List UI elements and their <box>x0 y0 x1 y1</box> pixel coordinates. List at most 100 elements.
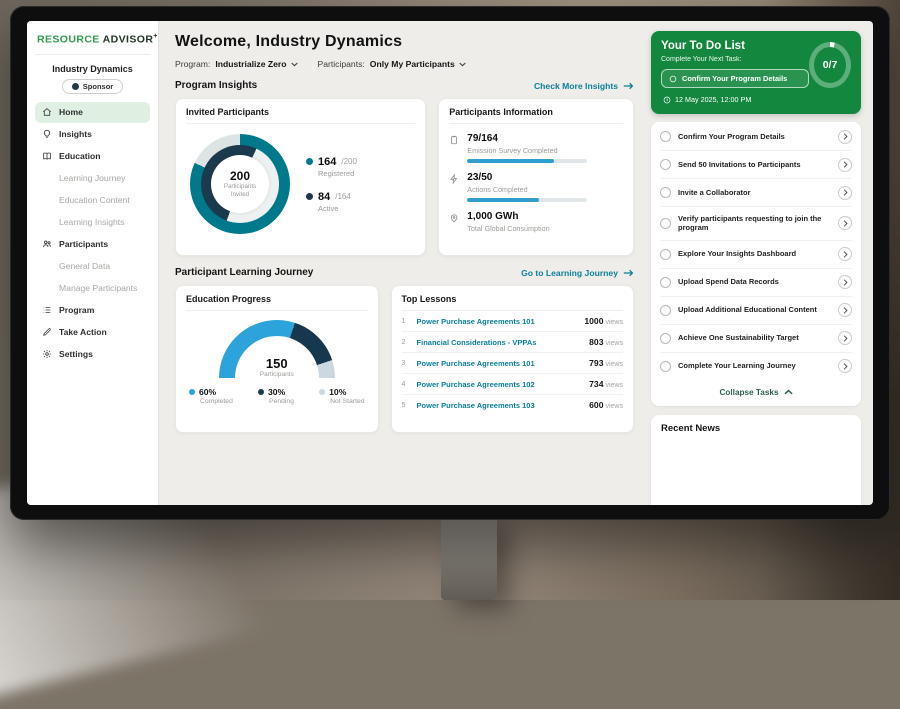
invited-participants-card: Invited Participants 200 Participants In… <box>175 98 426 256</box>
task-chevron-button[interactable] <box>838 130 852 144</box>
lesson-row: 2 Financial Considerations - VPPAs 803vi… <box>402 332 623 353</box>
lesson-row: 5 Power Purchase Agreements 103 600views <box>402 395 623 415</box>
sidebar-item-education[interactable]: Education <box>35 146 150 167</box>
task-checkbox[interactable] <box>660 218 671 229</box>
invited-donut-chart: 200 Participants Invited <box>190 134 290 234</box>
task-chevron-button[interactable] <box>838 275 852 289</box>
task-label: Verify participants requesting to join t… <box>678 214 831 234</box>
lesson-link[interactable]: Financial Considerations - VPPAs <box>417 338 583 347</box>
sidebar-item-education-content[interactable]: Education Content <box>35 190 150 211</box>
sponsor-badge[interactable]: Sponsor <box>62 79 123 94</box>
task-chevron-button[interactable] <box>838 216 852 230</box>
task-checkbox[interactable] <box>660 187 671 198</box>
circle-status-icon <box>669 75 677 83</box>
stat-label: Emission Survey Completed <box>467 146 587 155</box>
lesson-rank: 4 <box>402 381 410 388</box>
sidebar-item-program[interactable]: Program <box>35 300 150 321</box>
go-to-learning-journey-link[interactable]: Go to Learning Journey <box>521 268 634 278</box>
program-filter: Program: Industrialize Zero <box>175 59 298 69</box>
stat-value: 23/50 <box>467 172 587 183</box>
program-dropdown[interactable]: Industrialize Zero <box>215 59 297 69</box>
legend-item-not-started: 10% Not Started <box>319 387 364 405</box>
task-chevron-button[interactable] <box>838 186 852 200</box>
lesson-views: 600views <box>589 400 623 410</box>
stat-label: Total Global Consumption <box>467 224 549 233</box>
sidebar-item-home[interactable]: Home <box>35 102 150 123</box>
sidebar-item-label: Insights <box>59 129 92 139</box>
task-chevron-button[interactable] <box>838 158 852 172</box>
app-logo[interactable]: RESOURCE ADVISOR+ <box>35 31 150 55</box>
task-row: Invite a Collaborator <box>660 179 852 207</box>
task-chevron-button[interactable] <box>838 247 852 261</box>
lesson-link[interactable]: Power Purchase Agreements 103 <box>417 401 583 410</box>
program-filter-label: Program: <box>175 59 210 69</box>
sidebar-item-learning-insights[interactable]: Learning Insights <box>35 212 150 233</box>
clock-icon <box>663 96 671 104</box>
sidebar-nav: Home Insights Education Learning Journey… <box>35 101 150 366</box>
book-icon <box>42 151 52 161</box>
chevron-right-icon <box>843 220 848 227</box>
arrow-right-icon <box>623 269 634 277</box>
donut-center-value: 200 <box>230 169 250 183</box>
lesson-link[interactable]: Power Purchase Agreements 101 <box>417 359 583 368</box>
legend-dot-navy <box>306 193 313 200</box>
participants-filter-label: Participants: <box>318 59 365 69</box>
task-list-card: Confirm Your Program Details Send 50 Inv… <box>651 122 861 406</box>
legend-dot-teal <box>306 158 313 165</box>
task-row: Upload Additional Educational Content <box>660 297 852 325</box>
collapse-tasks-link[interactable]: Collapse Tasks <box>660 380 852 403</box>
task-chevron-button[interactable] <box>838 331 852 345</box>
sidebar-item-settings[interactable]: Settings <box>35 344 150 365</box>
task-row: Upload Spend Data Records <box>660 269 852 297</box>
participants-information-card: Participants Information 79/164 Emission… <box>438 98 634 256</box>
participants-dropdown[interactable]: Only My Participants <box>370 59 466 69</box>
sidebar-item-take-action[interactable]: Take Action <box>35 322 150 343</box>
legend-total: /200 <box>341 157 357 166</box>
task-checkbox[interactable] <box>660 131 671 142</box>
task-checkbox[interactable] <box>660 249 671 260</box>
sidebar-item-participants[interactable]: Participants <box>35 234 150 255</box>
task-label: Upload Spend Data Records <box>678 277 831 287</box>
chevron-right-icon <box>843 189 848 196</box>
survey-progress-bar <box>467 159 587 163</box>
task-checkbox[interactable] <box>660 361 671 372</box>
task-checkbox[interactable] <box>660 277 671 288</box>
stat-label: Actions Completed <box>467 185 587 194</box>
chevron-right-icon <box>843 133 848 140</box>
sidebar-item-general-data[interactable]: General Data <box>35 256 150 277</box>
legend-label: Pending <box>269 398 294 405</box>
task-row: Achieve One Sustainability Target <box>660 325 852 353</box>
lesson-views: 734views <box>589 379 623 389</box>
lesson-row: 4 Power Purchase Agreements 102 734views <box>402 374 623 395</box>
lesson-views: 803views <box>589 337 623 347</box>
sidebar-item-label: Learning Insights <box>59 217 124 227</box>
task-checkbox[interactable] <box>660 333 671 344</box>
task-label: Achieve One Sustainability Target <box>678 333 831 343</box>
sidebar-item-insights[interactable]: Insights <box>35 124 150 145</box>
gauge-legend: 60% Completed 30% Pending 10% Not Starte… <box>186 387 368 405</box>
gauge-center-value: 150 <box>219 356 335 371</box>
chevron-right-icon <box>843 251 848 258</box>
task-checkbox[interactable] <box>660 305 671 316</box>
check-more-insights-link[interactable]: Check More Insights <box>534 81 634 91</box>
lesson-rank: 5 <box>402 402 410 409</box>
logo-advisor: ADVISOR <box>103 34 154 46</box>
home-icon <box>42 107 52 117</box>
chevron-right-icon <box>843 279 848 286</box>
logo-plus: + <box>153 33 158 40</box>
sidebar-item-manage-participants[interactable]: Manage Participants <box>35 278 150 299</box>
section-title: Program Insights <box>175 80 257 91</box>
sidebar: RESOURCE ADVISOR+ Industry Dynamics Spon… <box>27 21 159 505</box>
sidebar-item-label: Manage Participants <box>59 283 137 293</box>
task-chevron-button[interactable] <box>838 359 852 373</box>
legend-item-active: 84 /164 Active <box>306 191 357 213</box>
lesson-link[interactable]: Power Purchase Agreements 102 <box>417 380 583 389</box>
task-label: Explore Your Insights Dashboard <box>678 249 831 259</box>
task-checkbox[interactable] <box>660 159 671 170</box>
lesson-link[interactable]: Power Purchase Agreements 101 <box>417 317 578 326</box>
next-task-pill[interactable]: Confirm Your Program Details <box>661 69 809 88</box>
sidebar-item-learning-journey[interactable]: Learning Journey <box>35 168 150 189</box>
chevron-up-icon <box>784 389 793 395</box>
section-title: Participant Learning Journey <box>175 267 313 278</box>
task-chevron-button[interactable] <box>838 303 852 317</box>
